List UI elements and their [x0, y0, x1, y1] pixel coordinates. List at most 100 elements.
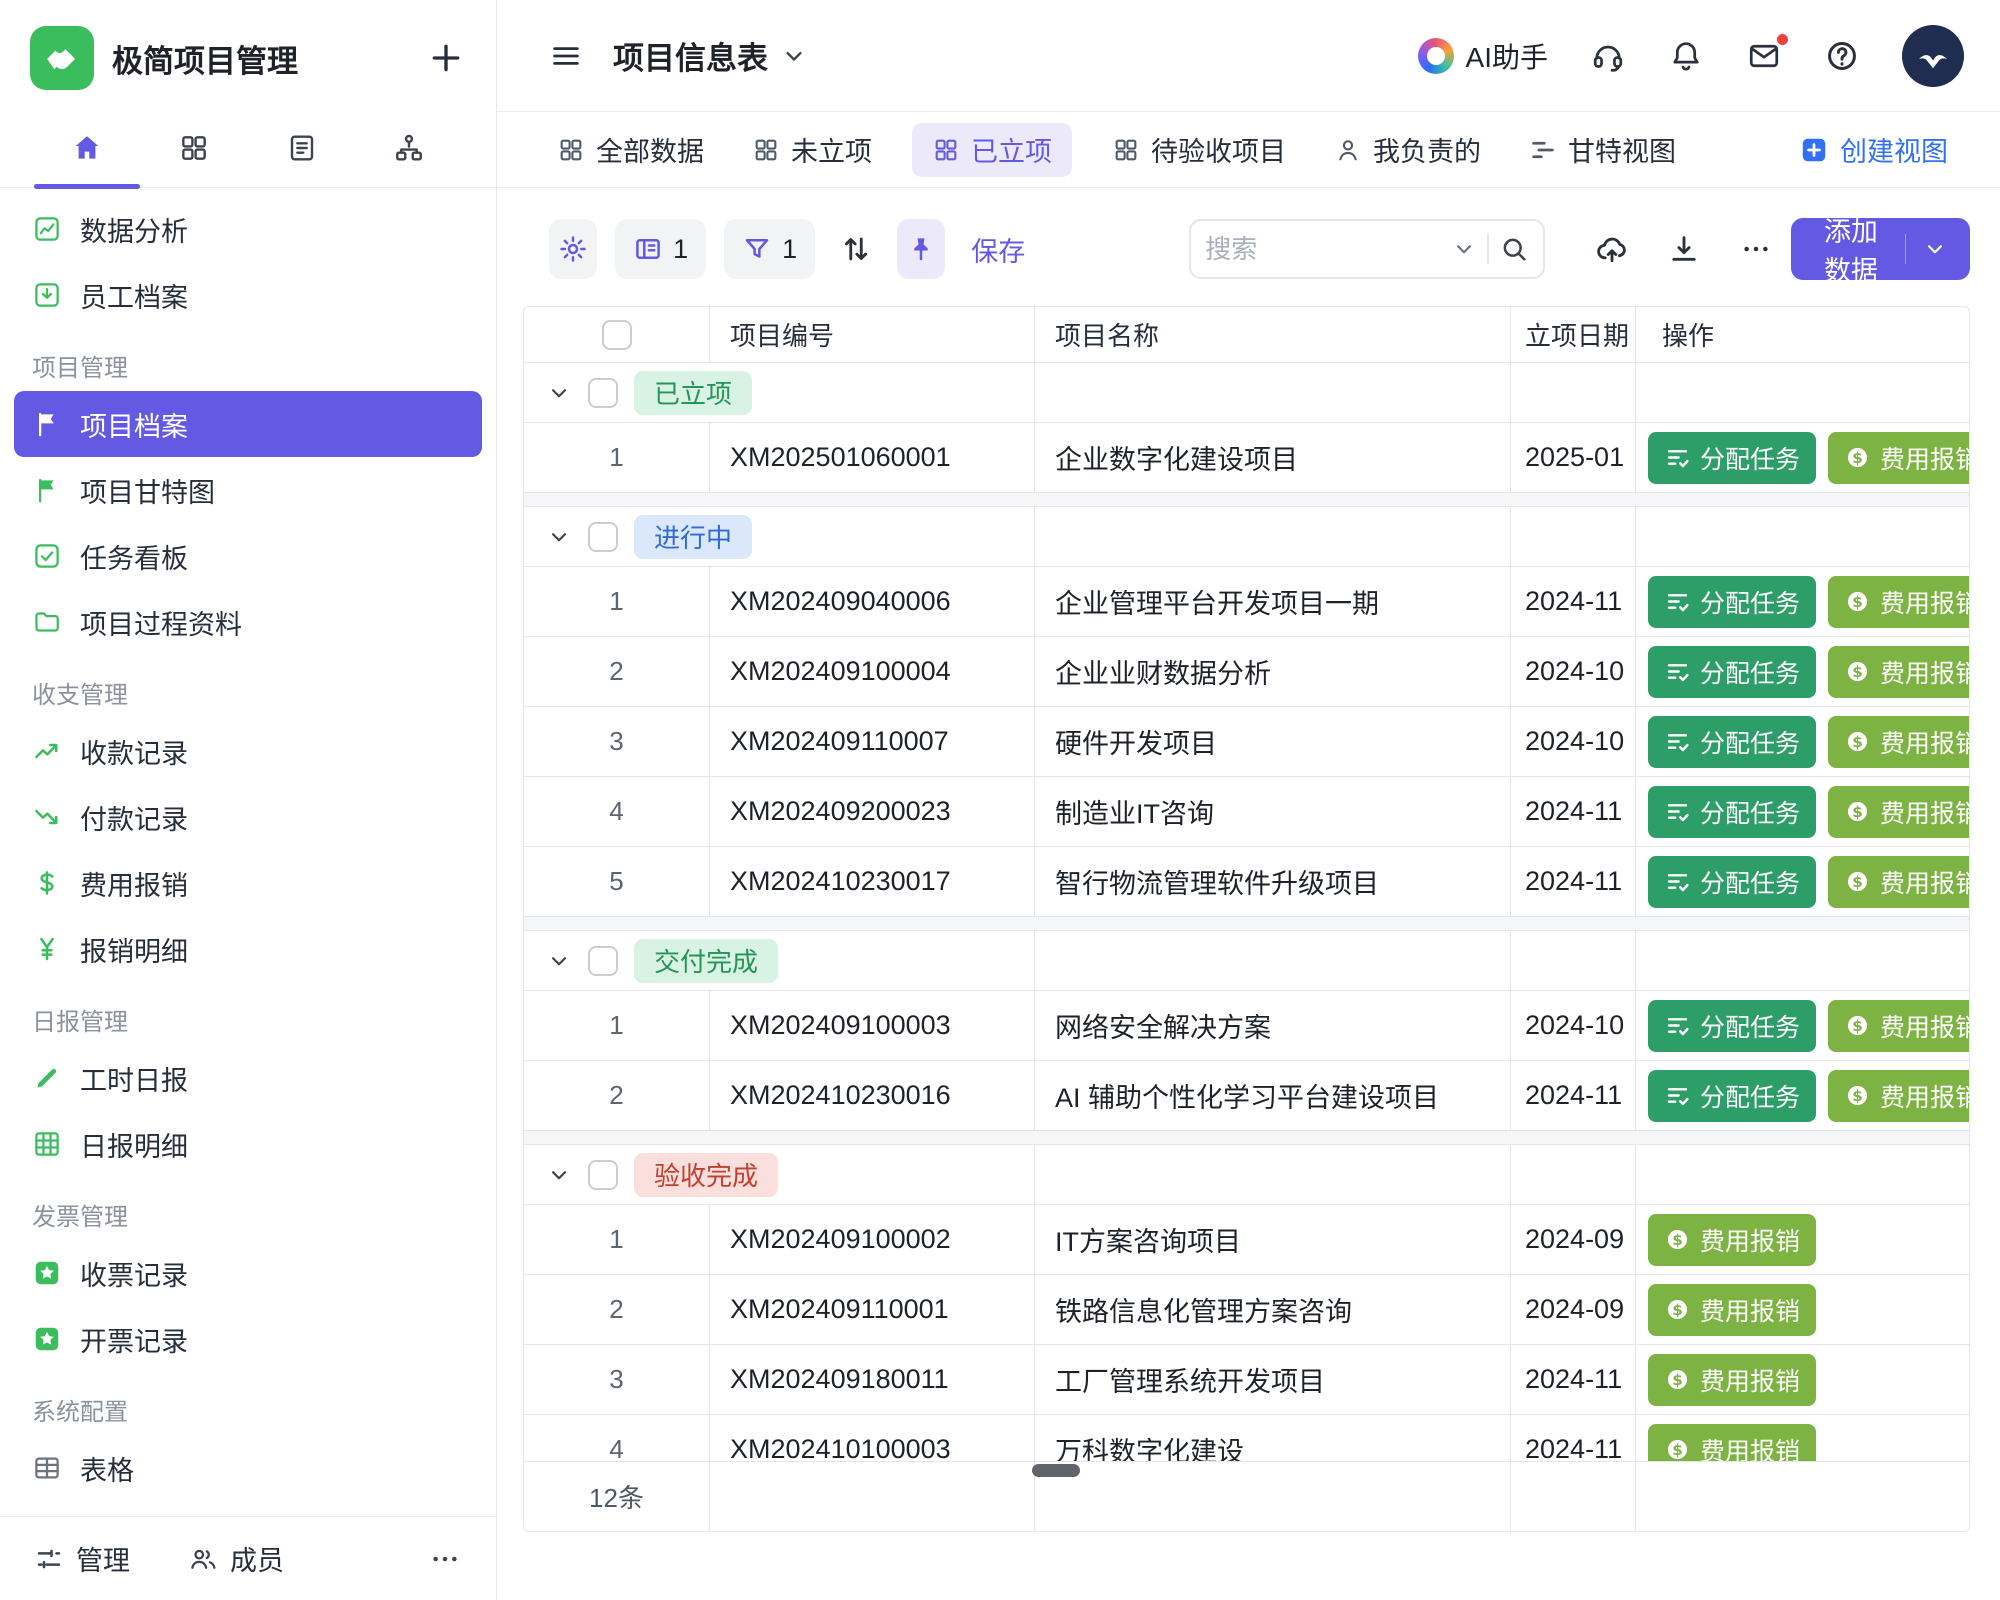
assign-task-button[interactable]: 分配任务 [1648, 716, 1816, 768]
project-date-cell[interactable]: 2025-01 [1510, 423, 1635, 492]
project-code-cell[interactable]: XM202410230016 [709, 1061, 1034, 1130]
sidebar-item[interactable]: 费用报销 [14, 850, 482, 916]
field-config-button[interactable]: 1 [615, 219, 706, 279]
sidebar-item[interactable]: 报销明细 [14, 916, 482, 982]
project-date-cell[interactable]: 2024-11 [1510, 1345, 1635, 1414]
horizontal-scrollbar-thumb[interactable] [1032, 1464, 1080, 1477]
project-name-cell[interactable]: AI 辅助个性化学习平台建设项目 [1034, 1061, 1510, 1130]
project-name-cell[interactable]: IT方案咨询项目 [1034, 1205, 1510, 1274]
project-date-cell[interactable]: 2024-09 [1510, 1205, 1635, 1274]
project-date-cell[interactable]: 2024-11 [1510, 777, 1635, 846]
view-tab[interactable]: 已立项 [912, 123, 1072, 177]
expense-report-button[interactable]: $费用报销 [1828, 786, 1969, 838]
project-date-cell[interactable]: 2024-09 [1510, 1275, 1635, 1344]
group-checkbox[interactable] [588, 1160, 618, 1190]
collapse-group-icon[interactable] [546, 1162, 572, 1188]
collapse-group-icon[interactable] [546, 380, 572, 406]
project-name-cell[interactable]: 制造业IT咨询 [1034, 777, 1510, 846]
project-code-cell[interactable]: XM202409110007 [709, 707, 1034, 776]
table-title-dropdown[interactable]: 项目信息表 [613, 33, 808, 78]
assign-task-button[interactable]: 分配任务 [1648, 576, 1816, 628]
expense-report-button[interactable]: $费用报销 [1828, 1000, 1969, 1052]
project-date-cell[interactable]: 2024-11 [1510, 847, 1635, 916]
assign-task-button[interactable]: 分配任务 [1648, 856, 1816, 908]
avatar[interactable] [1902, 25, 1964, 87]
sidebar-item[interactable]: 收票记录 [14, 1240, 482, 1306]
filter-button[interactable]: 1 [724, 219, 815, 279]
project-code-cell[interactable]: XM202501060001 [709, 423, 1034, 492]
sidebar-item[interactable]: 日报明细 [14, 1111, 482, 1177]
expense-report-button[interactable]: $费用报销 [1648, 1424, 1816, 1462]
project-date-cell[interactable]: 2024-11 [1510, 567, 1635, 636]
collapse-group-icon[interactable] [546, 948, 572, 974]
sort-button[interactable] [839, 232, 873, 266]
project-code-cell[interactable]: XM202409100002 [709, 1205, 1034, 1274]
column-header-name[interactable]: 项目名称 [1034, 307, 1510, 362]
add-data-button[interactable]: 添加数据 [1791, 218, 1970, 280]
assign-task-button[interactable]: 分配任务 [1648, 786, 1816, 838]
assign-task-button[interactable]: 分配任务 [1648, 1070, 1816, 1122]
project-code-cell[interactable]: XM202409100004 [709, 637, 1034, 706]
group-checkbox[interactable] [588, 522, 618, 552]
help-button[interactable] [1824, 38, 1860, 74]
sidebar-item[interactable]: 任务看板 [14, 523, 482, 589]
workspace-tab-flow[interactable] [374, 108, 444, 188]
expense-report-button[interactable]: $费用报销 [1828, 856, 1969, 908]
pin-button[interactable] [897, 219, 945, 279]
sidebar-item[interactable]: 员工档案 [14, 262, 482, 328]
workspace-tab-document[interactable] [267, 108, 337, 188]
create-view-button[interactable]: 创建视图 [1791, 123, 1956, 177]
search-input[interactable] [1205, 234, 1441, 265]
project-code-cell[interactable]: XM202410100003 [709, 1415, 1034, 1461]
sidebar-item[interactable]: 工时日报 [14, 1045, 482, 1111]
assign-task-button[interactable]: 分配任务 [1648, 1000, 1816, 1052]
project-date-cell[interactable]: 2024-10 [1510, 991, 1635, 1060]
expense-report-button[interactable]: $费用报销 [1828, 1070, 1969, 1122]
project-code-cell[interactable]: XM202409180011 [709, 1345, 1034, 1414]
view-tab[interactable]: 全部数据 [549, 123, 712, 177]
import-button[interactable] [1595, 232, 1629, 266]
support-button[interactable] [1590, 38, 1626, 74]
project-code-cell[interactable]: XM202409200023 [709, 777, 1034, 846]
search-scope-dropdown[interactable] [1451, 236, 1477, 262]
expense-report-button[interactable]: $费用报销 [1648, 1214, 1816, 1266]
workspace-tab-grid[interactable] [159, 108, 229, 188]
sidebar-item[interactable]: 项目甘特图 [14, 457, 482, 523]
ai-assistant-button[interactable]: AI助手 [1418, 36, 1548, 76]
sidebar-item[interactable]: 开票记录 [14, 1306, 482, 1372]
project-code-cell[interactable]: XM202409100003 [709, 991, 1034, 1060]
collapse-group-icon[interactable] [546, 524, 572, 550]
expense-report-button[interactable]: $费用报销 [1828, 646, 1969, 698]
project-name-cell[interactable]: 企业数字化建设项目 [1034, 423, 1510, 492]
members-button[interactable]: 成员 [188, 1539, 284, 1578]
column-header-code[interactable]: 项目编号 [709, 307, 1034, 362]
search-icon[interactable] [1499, 234, 1529, 264]
column-header-date[interactable]: 立项日期 [1510, 307, 1635, 362]
view-tab[interactable]: 未立项 [744, 123, 880, 177]
workspace-tab-home[interactable] [52, 108, 122, 188]
view-tab[interactable]: 我负责的 [1326, 123, 1489, 177]
expense-report-button[interactable]: $费用报销 [1648, 1354, 1816, 1406]
view-tab[interactable]: 待验收项目 [1104, 123, 1294, 177]
more-button[interactable] [1739, 232, 1773, 266]
manage-button[interactable]: 管理 [34, 1539, 130, 1578]
select-all-checkbox[interactable] [602, 320, 632, 350]
sidebar-item[interactable]: 表格 [14, 1435, 482, 1501]
project-name-cell[interactable]: 硬件开发项目 [1034, 707, 1510, 776]
project-code-cell[interactable]: XM202410230017 [709, 847, 1034, 916]
expense-report-button[interactable]: $费用报销 [1828, 576, 1969, 628]
group-checkbox[interactable] [588, 946, 618, 976]
project-name-cell[interactable]: 智行物流管理软件升级项目 [1034, 847, 1510, 916]
sidebar-item[interactable]: 项目档案 [14, 391, 482, 457]
project-name-cell[interactable]: 网络安全解决方案 [1034, 991, 1510, 1060]
group-checkbox[interactable] [588, 378, 618, 408]
add-app-button[interactable] [426, 38, 466, 78]
project-name-cell[interactable]: 工厂管理系统开发项目 [1034, 1345, 1510, 1414]
menu-toggle-button[interactable] [549, 39, 583, 73]
project-date-cell[interactable]: 2024-11 [1510, 1415, 1635, 1461]
project-name-cell[interactable]: 企业业财数据分析 [1034, 637, 1510, 706]
export-button[interactable] [1667, 232, 1701, 266]
project-date-cell[interactable]: 2024-10 [1510, 707, 1635, 776]
expense-report-button[interactable]: $费用报销 [1648, 1284, 1816, 1336]
project-date-cell[interactable]: 2024-10 [1510, 637, 1635, 706]
